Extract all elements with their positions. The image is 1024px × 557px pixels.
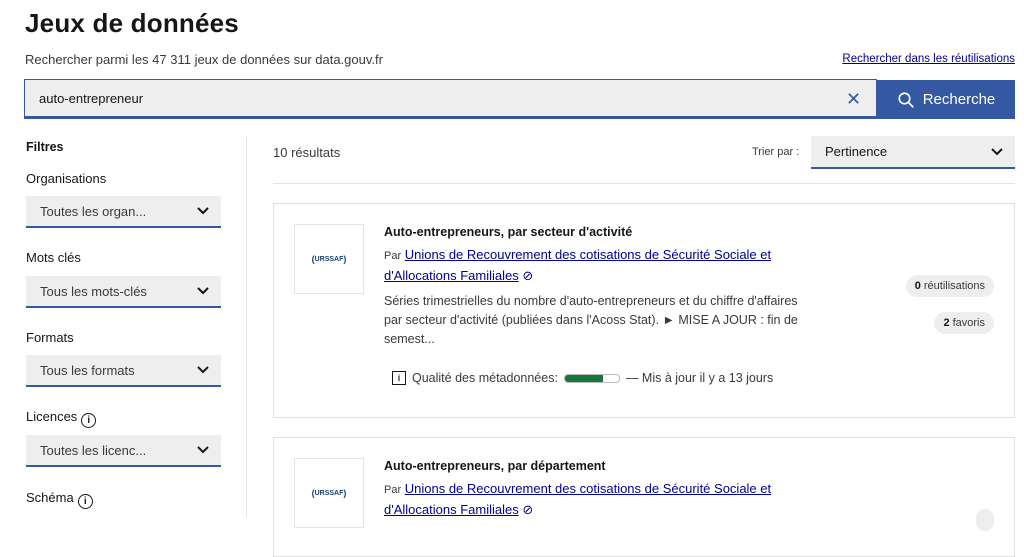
filters-title: Filtres	[26, 140, 64, 154]
filter-heading-licences: Licences i	[26, 409, 97, 428]
chevron-down-icon	[197, 363, 209, 377]
reuses-count: 0	[914, 280, 921, 292]
updated-text: — Mis à jour il y a 13 jours	[625, 371, 774, 385]
page-subtitle: Rechercher parmi les 47 311 jeux de donn…	[25, 52, 383, 67]
dataset-description: Séries trimestrielles du nombre d'auto-e…	[384, 292, 798, 349]
filter-label-formats: Formats	[26, 330, 74, 345]
clear-search-icon[interactable]: ✕	[846, 89, 861, 110]
filter-label-licences: Licences	[26, 409, 78, 424]
by-label: Par	[384, 484, 402, 496]
filter-select-keywords[interactable]: Tous les mots-clés	[26, 276, 221, 308]
quality-bar-fill	[564, 374, 603, 382]
filter-value-formats: Tous les formats	[40, 362, 135, 378]
dataset-card[interactable]: ( URSSAF ) Auto-entrepreneurs, par dépar…	[273, 437, 1015, 557]
by-label: Par	[384, 250, 402, 262]
description-line: semest...	[384, 332, 435, 346]
sort-value: Pertinence	[825, 144, 888, 159]
dataset-title[interactable]: Auto-entrepreneurs, par secteur d'activi…	[384, 225, 632, 239]
search-input[interactable]	[24, 79, 877, 119]
info-icon[interactable]: i	[81, 413, 97, 428]
sidebar-divider	[246, 137, 247, 517]
org-logo: ( URSSAF )	[294, 224, 364, 294]
quality-bar	[563, 373, 620, 383]
info-icon[interactable]: i	[77, 494, 93, 509]
page-title: Jeux de données	[25, 8, 239, 38]
favorites-label: favoris	[952, 317, 985, 329]
org-logo: ( URSSAF )	[294, 458, 364, 528]
filter-select-organisations[interactable]: Toutes les organ...	[26, 196, 221, 228]
dataset-org: Par Unions de Recouvrement des cotisatio…	[384, 479, 771, 519]
reuses-badge	[976, 509, 994, 531]
chevron-down-icon	[991, 145, 1003, 159]
org-link[interactable]: Unions de Recouvrement des cotisations d…	[405, 481, 771, 496]
filter-label-organisations: Organisations	[26, 171, 107, 186]
favorites-badge: 2 favoris	[934, 312, 994, 334]
chevron-down-icon	[197, 443, 209, 457]
org-logo-text: URSSAF	[314, 255, 344, 263]
sort-label: Trier par :	[752, 146, 800, 158]
description-line: Séries trimestrielles du nombre d'auto-e…	[384, 294, 798, 308]
verified-icon: ⊘	[522, 268, 534, 283]
filter-value-keywords: Tous les mots-clés	[40, 283, 147, 299]
org-link-line2[interactable]: d'Allocations Familiales	[384, 502, 519, 517]
search-icon	[898, 91, 914, 108]
filter-value-licences: Toutes les licenc...	[40, 442, 147, 458]
quality-label: Qualité des métadonnées:	[412, 371, 558, 385]
chevron-down-icon	[197, 284, 209, 298]
filter-heading-schema: Schéma i	[26, 490, 93, 509]
filter-select-formats[interactable]: Tous les formats	[26, 355, 221, 387]
description-line: par secteur d'activité (publiées dans l'…	[384, 313, 798, 327]
results-divider	[273, 183, 1015, 184]
filter-select-licences[interactable]: Toutes les licenc...	[26, 435, 221, 467]
verified-icon: ⊘	[522, 502, 534, 517]
sort-select[interactable]: Pertinence	[811, 136, 1015, 169]
filter-value-organisations: Toutes les organ...	[40, 203, 147, 219]
org-logo-text: URSSAF	[314, 489, 344, 497]
chevron-down-icon	[197, 204, 209, 218]
dataset-org: Par Unions de Recouvrement des cotisatio…	[384, 245, 771, 285]
reuses-label: réutilisations	[923, 280, 985, 292]
dataset-card[interactable]: ( URSSAF ) Auto-entrepreneurs, par secte…	[273, 203, 1015, 418]
search-reuses-link[interactable]: Rechercher dans les réutilisations	[842, 53, 1015, 65]
results-count: 10 résultats	[273, 145, 341, 160]
reuses-badge: 0 réutilisations	[905, 275, 994, 297]
search-button[interactable]: Recherche	[877, 80, 1015, 119]
info-icon[interactable]: i	[392, 371, 406, 385]
search-button-label: Recherche	[922, 91, 996, 108]
metadata-quality: i Qualité des métadonnées: — Mis à jour …	[392, 371, 773, 385]
org-link-line2[interactable]: d'Allocations Familiales	[384, 268, 519, 283]
filter-label-schema: Schéma	[26, 490, 74, 505]
favorites-count: 2	[943, 317, 950, 329]
org-link[interactable]: Unions de Recouvrement des cotisations d…	[405, 247, 771, 262]
filter-label-keywords: Mots clés	[26, 250, 81, 265]
dataset-title[interactable]: Auto-entrepreneurs, par département	[384, 459, 606, 473]
